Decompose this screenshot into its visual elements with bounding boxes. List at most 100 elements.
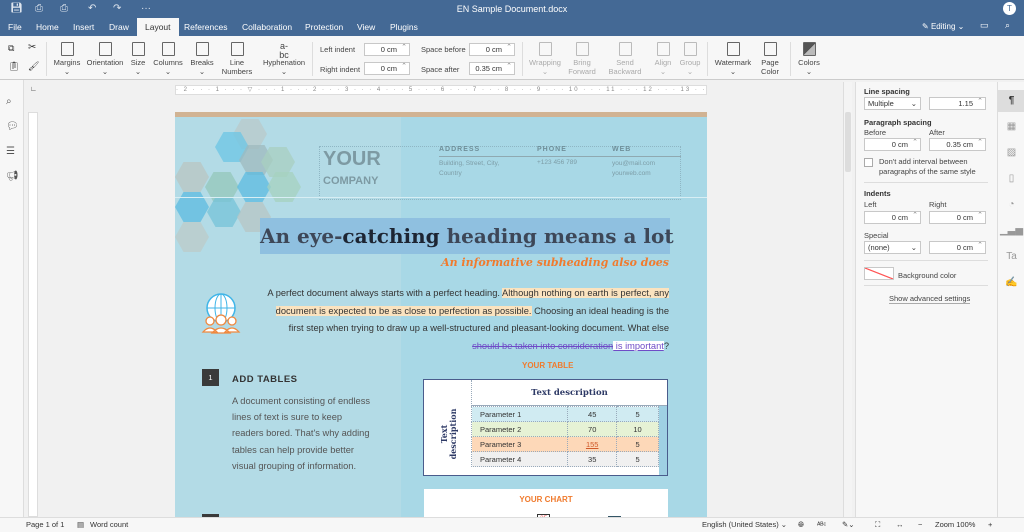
spellcheck-icon[interactable]: ᴬᴮᶜ [817, 518, 826, 532]
fit-page-icon[interactable]: ⛶ [875, 518, 880, 532]
indent-right-input[interactable]: 0 cm [929, 210, 986, 224]
word-count-button[interactable]: Word count [90, 518, 128, 532]
chart-settings-icon[interactable]: ▁▃▅ [998, 220, 1024, 242]
doc-language-icon[interactable]: 🌐︎ [798, 518, 804, 532]
tab-references[interactable]: References [178, 18, 233, 36]
space-before-input[interactable]: 0 cm [469, 42, 515, 56]
orientation-button[interactable]: Orientation ⌄ [85, 42, 125, 76]
search-icon[interactable]: ⌕ [6, 96, 12, 107]
indent-left-input[interactable]: 0 cm [864, 210, 921, 224]
left-indent-input[interactable]: 0 cm [364, 42, 410, 56]
navigation-icon[interactable]: ☰ [6, 146, 15, 157]
format-painter-icon[interactable]: 🖌︎ [28, 61, 39, 72]
main-heading[interactable]: An eye-catching heading means a lot [260, 218, 674, 254]
shape-settings-icon[interactable]: ◔ [998, 194, 1024, 216]
table-cell[interactable]: 10 [616, 421, 659, 437]
show-advanced-settings-link[interactable]: Show advanced settings [889, 294, 971, 304]
image-settings-icon[interactable]: ▨ [998, 142, 1024, 164]
page-color-icon [763, 42, 777, 56]
signature-settings-icon[interactable]: ✍ [998, 272, 1024, 294]
right-indent-input[interactable]: 0 cm [364, 61, 410, 75]
tab-stop-selector[interactable]: ∟ [30, 86, 37, 93]
table-cell[interactable]: Parameter 1 [470, 406, 569, 422]
table-row[interactable]: Parameter 4 35 5 [470, 451, 659, 467]
line-spacing-value-input[interactable]: 1.15 [929, 96, 986, 110]
table-cell[interactable]: 5 [616, 406, 659, 422]
horizontal-ruler[interactable]: · 2 · · · 1 · · · ▽ · · · 1 · · · 2 · · … [175, 85, 707, 95]
colors-button[interactable]: Colors ⌄ [795, 42, 823, 76]
tab-draw[interactable]: Draw [103, 18, 135, 36]
table-row[interactable]: Parameter 3 155 5 [470, 436, 659, 452]
line-spacing-type-select[interactable]: Multiple ⌄ [864, 97, 921, 110]
table-cell[interactable]: Parameter 2 [470, 421, 569, 437]
search-icon[interactable]: ⌕ [1005, 20, 1010, 31]
zoom-out-button[interactable]: − [918, 518, 922, 532]
line-numbers-button[interactable]: Line Numbers [218, 42, 256, 76]
tab-collaboration[interactable]: Collaboration [236, 18, 298, 36]
table-cell[interactable]: 70 [567, 421, 618, 437]
special-indent-value-input[interactable]: 0 cm [929, 240, 986, 254]
data-table[interactable]: Text description Text description Parame… [423, 379, 668, 476]
chart-box[interactable]: YOUR CHART 35 45 [424, 489, 668, 517]
table-cell[interactable]: 5 [616, 451, 659, 467]
table-cell[interactable]: Parameter 4 [470, 451, 569, 467]
avatar[interactable]: T [1003, 2, 1016, 15]
header-footer-settings-icon[interactable]: ▯ [998, 168, 1024, 190]
tab-layout[interactable]: Layout [137, 18, 179, 36]
page-indicator[interactable]: Page 1 of 1 [26, 518, 64, 532]
comments-icon[interactable]: 💬︎ [6, 121, 19, 132]
spacing-before-input[interactable]: 0 cm [864, 137, 921, 151]
send-backward-button[interactable]: Send Backward [606, 42, 644, 76]
table-cell[interactable]: 35 [567, 451, 618, 467]
space-after-input[interactable]: 0.35 cm [469, 61, 515, 75]
feedback-icon[interactable]: 📢︎ [6, 171, 19, 182]
wrapping-button[interactable]: Wrapping ⌄ [527, 42, 563, 76]
table-settings-icon[interactable]: ▦ [998, 116, 1024, 138]
tab-view[interactable]: View [351, 18, 381, 36]
copy-icon[interactable]: ⧉ [8, 43, 14, 54]
table-cell[interactable]: 5 [616, 436, 659, 452]
columns-button[interactable]: Columns ⌄ [151, 42, 185, 76]
breaks-button[interactable]: Breaks ⌄ [188, 42, 216, 76]
intro-paragraph[interactable]: A perfect document always starts with a … [263, 285, 669, 355]
tab-protection[interactable]: Protection [299, 18, 349, 36]
text-art-settings-icon[interactable]: Ta [998, 246, 1024, 268]
section-text[interactable]: A document consisting of endless lines o… [232, 393, 372, 474]
document-page[interactable]: YOUR COMPANY ADDRESS Building, Street, C… [175, 112, 707, 517]
zoom-level[interactable]: Zoom 100% [935, 518, 975, 532]
table-cell[interactable]: 45 [567, 406, 618, 422]
table-row[interactable]: Parameter 1 45 5 [470, 406, 659, 422]
group-button[interactable]: Group ⌄ [678, 42, 702, 76]
paragraph-settings-icon[interactable]: ¶ [998, 90, 1024, 112]
watermark-icon [726, 42, 740, 56]
tab-plugins[interactable]: Plugins [384, 18, 424, 36]
margins-button[interactable]: Margins ⌄ [52, 42, 82, 76]
fit-width-icon[interactable]: ↔ [896, 518, 904, 532]
table-cell[interactable]: 155 [567, 436, 618, 452]
tab-home[interactable]: Home [30, 18, 65, 36]
zoom-in-button[interactable]: + [988, 518, 992, 532]
bring-forward-button[interactable]: Bring Forward [566, 42, 598, 76]
size-button[interactable]: Size ⌄ [128, 42, 148, 76]
language-select[interactable]: English (United States) ⌄ [702, 518, 787, 532]
tab-insert[interactable]: Insert [67, 18, 100, 36]
page-color-button[interactable]: Page Color [756, 42, 784, 76]
track-changes-icon[interactable]: ✎⌄ [842, 518, 855, 532]
vertical-scrollbar[interactable] [843, 82, 852, 517]
paste-icon[interactable]: 📋︎ [8, 61, 19, 72]
editing-mode-button[interactable]: ✎ Editing ⌄ [922, 22, 964, 31]
tab-file[interactable]: File [2, 18, 28, 36]
special-indent-select[interactable]: (none) ⌄ [864, 241, 921, 254]
vertical-ruler[interactable] [28, 112, 38, 517]
open-location-icon[interactable]: ▭ [980, 20, 989, 31]
watermark-button[interactable]: Watermark ⌄ [713, 42, 753, 76]
table-row[interactable]: Parameter 2 70 10 [470, 421, 659, 437]
cut-icon[interactable]: ✂ [28, 42, 36, 53]
spacing-after-input[interactable]: 0.35 cm [929, 137, 986, 151]
hyphenation-button[interactable]: a-bc Hyphenation ⌄ [260, 42, 308, 77]
subheading[interactable]: An informative subheading also does [441, 256, 669, 269]
align-button[interactable]: Align ⌄ [652, 42, 674, 76]
table-cell[interactable]: Parameter 3 [470, 436, 569, 452]
dont-add-interval-checkbox[interactable] [864, 158, 873, 167]
background-color-picker[interactable] [864, 267, 894, 280]
